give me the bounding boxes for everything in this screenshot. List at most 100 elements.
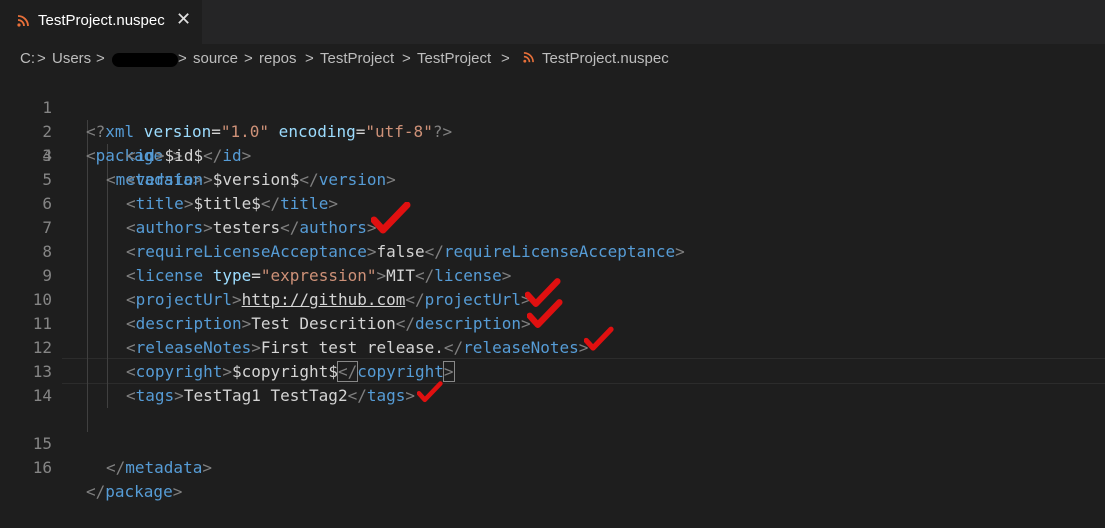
token: > [386, 170, 396, 189]
check-mark-icon [417, 381, 443, 403]
breadcrumb-item-testproject-sub[interactable]: TestProject [417, 50, 491, 67]
token: < [126, 242, 136, 261]
check-mark-icon [584, 326, 614, 351]
breadcrumb-item-users[interactable]: Users [52, 50, 91, 67]
token: tags [135, 386, 175, 405]
token: requireLicenseAcceptance [135, 242, 367, 261]
token: </ [106, 458, 126, 477]
token: </ [86, 482, 106, 501]
code-line: 14 <tags>TestTag1 TestTag2</tags> [0, 384, 1105, 408]
line-number: 5 [42, 170, 52, 189]
token: authors [135, 218, 204, 237]
breadcrumb-item-file[interactable]: TestProject.nuspec [542, 50, 669, 67]
token: < [126, 218, 136, 237]
chevron-right-icon: > [96, 50, 105, 67]
chevron-right-icon: > [501, 50, 510, 67]
check-mark-icon [527, 299, 563, 328]
code-line: 3 <metadata> [0, 120, 1105, 189]
breadcrumb-item-source[interactable]: source [193, 50, 238, 67]
code-line: 2 <package > [0, 96, 1105, 165]
token: > [203, 218, 213, 237]
chevron-right-icon: > [244, 50, 253, 67]
token: title [280, 194, 329, 213]
chevron-right-icon: > [178, 50, 187, 67]
token: > [202, 458, 212, 477]
token: version [135, 170, 204, 189]
rss-file-icon [523, 52, 534, 63]
token: > [442, 361, 455, 382]
token: copyright [135, 362, 223, 381]
token: > [183, 194, 194, 213]
code-line: 5 <version>$version$</version> [0, 168, 1105, 192]
token: > [251, 338, 261, 357]
code-line: 4 <id>$id$</id> [0, 144, 1105, 168]
token: metadata [125, 458, 203, 477]
code-line: 7 <authors>testers</authors> [0, 216, 1105, 240]
chevron-right-icon: > [305, 50, 314, 67]
token: < [126, 170, 136, 189]
token: First test release. [260, 338, 444, 357]
token: </ [395, 314, 416, 333]
token: > [172, 482, 183, 501]
token: id [222, 146, 242, 165]
token: </ [299, 170, 319, 189]
code-line: 8 <requireLicenseAcceptance>false</requir… [0, 240, 1105, 264]
token: projectUrl [135, 290, 232, 309]
token: version [318, 170, 387, 189]
token: > [241, 314, 252, 333]
token: > [376, 266, 387, 285]
token: $copyright$ [231, 362, 338, 381]
token: </ [203, 146, 223, 165]
token: TestTag1 TestTag2 [183, 386, 348, 405]
breadcrumb-item-drive[interactable]: C: [20, 50, 35, 67]
tab-bar: TestProject.nuspec ✕ [0, 0, 1105, 44]
token: license [135, 266, 204, 285]
token: releaseNotes [135, 338, 252, 357]
code-line: 13 <copyright>$copyright$</copyright> [0, 360, 1105, 384]
line-number: 4 [42, 146, 52, 165]
editor-tab[interactable]: TestProject.nuspec ✕ [0, 0, 202, 44]
token: http://github.com [241, 290, 406, 309]
line-number: 8 [42, 242, 52, 261]
code-editor[interactable]: 1 <?xml version="1.0" encoding="utf-8"?>… [0, 72, 1105, 501]
token: $id$ [164, 146, 204, 165]
token: > [501, 266, 512, 285]
breadcrumb-item-testproject[interactable]: TestProject [320, 50, 394, 67]
token: </ [347, 386, 367, 405]
token: </ [260, 194, 281, 213]
token: license [434, 266, 502, 285]
token: false [376, 242, 425, 261]
token: package [105, 482, 173, 501]
token: > [328, 194, 338, 213]
token: description [135, 314, 242, 333]
token: </ [405, 290, 425, 309]
token: < [126, 266, 136, 285]
token: id [135, 146, 155, 165]
token: description [415, 314, 521, 333]
token: > [241, 146, 252, 165]
line-number: 7 [42, 218, 52, 237]
breadcrumb-item-repos[interactable]: repos [259, 50, 297, 67]
token: </ [424, 242, 444, 261]
close-icon[interactable]: ✕ [176, 9, 191, 30]
token: > [231, 290, 242, 309]
token: < [126, 146, 136, 165]
token: releaseNotes [463, 338, 579, 357]
chevron-right-icon: > [37, 50, 46, 67]
token: > [222, 362, 232, 381]
token: > [154, 146, 165, 165]
token: = [251, 266, 261, 285]
line-number: 9 [42, 266, 52, 285]
token: tags [366, 386, 406, 405]
check-mark-icon [371, 202, 411, 234]
token: </ [443, 338, 464, 357]
token: </ [415, 266, 435, 285]
line-number: 13 [32, 362, 52, 381]
token: $title$ [193, 194, 261, 213]
line-number: 6 [42, 194, 52, 213]
token: > [203, 170, 213, 189]
token: < [126, 314, 136, 333]
token: "expression" [260, 266, 377, 285]
token: authors [299, 218, 367, 237]
token: MIT [386, 266, 416, 285]
